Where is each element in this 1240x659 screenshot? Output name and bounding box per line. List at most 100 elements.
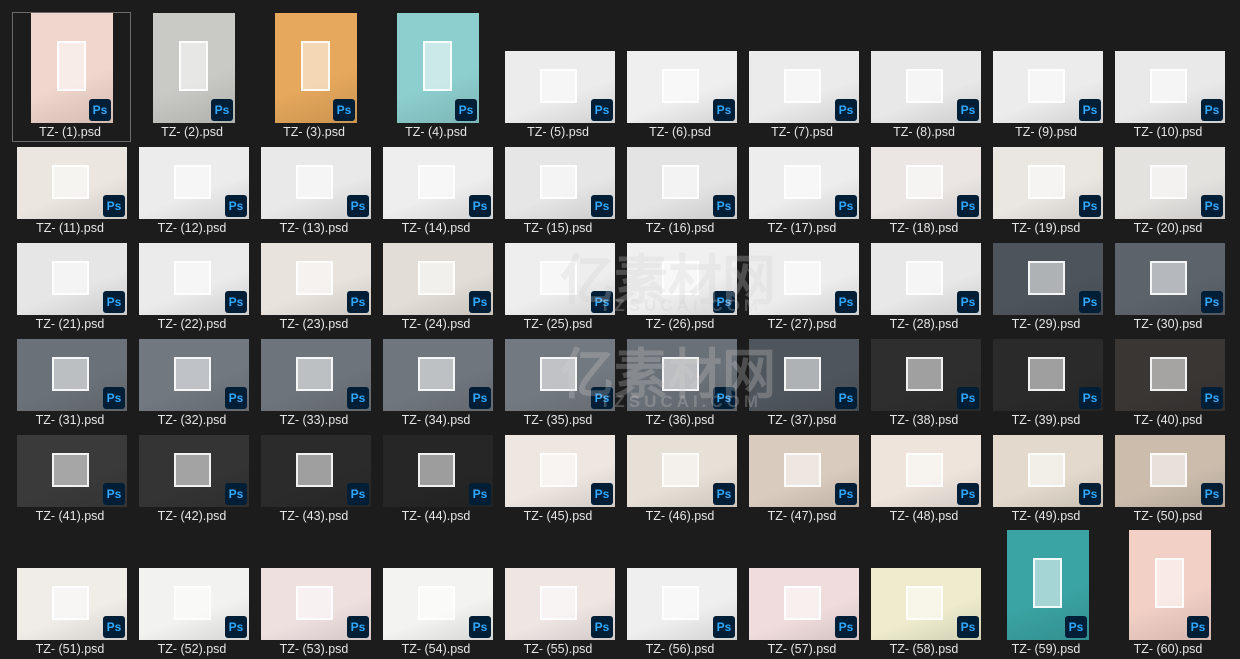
mockup-frame [784,165,821,199]
file-name: TZ- (51).psd [35,642,105,656]
mockup-frame [906,357,943,391]
file-name: TZ- (50).psd [1133,509,1203,523]
file-thumbnail: Ps [749,51,859,123]
file-thumbnail: Ps [261,339,371,411]
file-name: TZ- (19).psd [1011,221,1081,235]
file-thumbnail: Ps [139,568,249,640]
mockup-frame [1150,357,1187,391]
mockup-frame [540,165,577,199]
photoshop-icon: Ps [835,99,857,121]
photoshop-icon: Ps [1079,99,1101,121]
file-thumbnail: Ps [505,339,615,411]
file-name: TZ- (46).psd [645,509,715,523]
photoshop-icon: Ps [347,387,369,409]
file-thumbnail: Ps [139,147,249,219]
mockup-frame [174,165,211,199]
mockup-frame [418,357,455,391]
mockup-frame [52,453,89,487]
photoshop-icon: Ps [1079,195,1101,217]
file-name: TZ- (37).psd [767,413,837,427]
photoshop-icon: Ps [835,387,857,409]
photoshop-icon: Ps [1201,99,1223,121]
file-name: TZ- (26).psd [645,317,715,331]
mockup-frame [906,69,943,103]
file-name: TZ- (13).psd [279,221,349,235]
file-name: TZ- (54).psd [401,642,471,656]
photoshop-icon: Ps [591,99,613,121]
file-name: TZ- (34).psd [401,413,471,427]
file-name: TZ- (29).psd [1011,317,1081,331]
mockup-frame [784,357,821,391]
photoshop-icon: Ps [713,483,735,505]
file-thumbnail: Ps [1115,51,1225,123]
mockup-frame [1033,558,1062,608]
file-name: TZ- (25).psd [523,317,593,331]
file-thumbnail: Ps [17,339,127,411]
mockup-frame [423,41,452,91]
file-name: TZ- (42).psd [157,509,227,523]
photoshop-icon: Ps [103,195,125,217]
mockup-frame [1150,69,1187,103]
file-thumbnail: Ps [871,435,981,507]
photoshop-icon: Ps [225,291,247,313]
photoshop-icon: Ps [835,195,857,217]
photoshop-icon: Ps [835,483,857,505]
photoshop-icon: Ps [1201,291,1223,313]
file-name: TZ- (28).psd [889,317,959,331]
file-thumbnail: Ps [261,243,371,315]
file-thumbnail: Ps [627,51,737,123]
file-name: TZ- (3).psd [283,125,345,139]
mockup-frame [784,586,821,620]
file-name: TZ- (20).psd [1133,221,1203,235]
file-name: TZ- (55).psd [523,642,593,656]
file-thumbnail: Ps [383,435,493,507]
file-name: TZ- (8).psd [893,125,955,139]
photoshop-icon: Ps [211,99,233,121]
mockup-frame [1150,261,1187,295]
file-thumbnail: Ps [993,339,1103,411]
file-name: TZ- (12).psd [157,221,227,235]
mockup-frame [1028,357,1065,391]
mockup-frame [784,261,821,295]
file-thumbnail: Ps [139,243,249,315]
photoshop-icon: Ps [713,195,735,217]
file-thumbnail: Ps [261,435,371,507]
file-thumbnail: Ps [627,568,737,640]
file-name: TZ- (18).psd [889,221,959,235]
file-name: TZ- (38).psd [889,413,959,427]
file-thumbnail: Ps [505,243,615,315]
photoshop-icon: Ps [713,99,735,121]
mockup-frame [540,261,577,295]
photoshop-icon: Ps [713,616,735,638]
mockup-frame [174,261,211,295]
file-thumbnail: Ps [261,568,371,640]
mockup-frame [540,586,577,620]
file-thumbnail: Ps [749,435,859,507]
photoshop-icon: Ps [957,99,979,121]
photoshop-icon: Ps [1187,616,1209,638]
file-thumbnail: Ps [17,435,127,507]
photoshop-icon: Ps [455,99,477,121]
mockup-frame [1028,69,1065,103]
mockup-frame [296,261,333,295]
file-thumbnail: Ps [1115,243,1225,315]
photoshop-icon: Ps [333,99,355,121]
mockup-frame [1155,558,1184,608]
file-thumbnail: Ps [17,568,127,640]
file-thumbnail: Ps [627,339,737,411]
file-thumbnail: Ps [627,435,737,507]
file-thumbnail: Ps [17,243,127,315]
file-name: TZ- (11).psd [36,221,104,235]
photoshop-icon: Ps [225,616,247,638]
mockup-frame [301,41,330,91]
file-thumbnail: Ps [1115,435,1225,507]
mockup-frame [1028,165,1065,199]
file-thumbnail: Ps [397,13,479,123]
file-thumbnail: Ps [261,147,371,219]
photoshop-icon: Ps [103,616,125,638]
photoshop-icon: Ps [469,291,491,313]
mockup-frame [662,69,699,103]
mockup-frame [52,261,89,295]
photoshop-icon: Ps [1201,387,1223,409]
mockup-frame [52,586,89,620]
